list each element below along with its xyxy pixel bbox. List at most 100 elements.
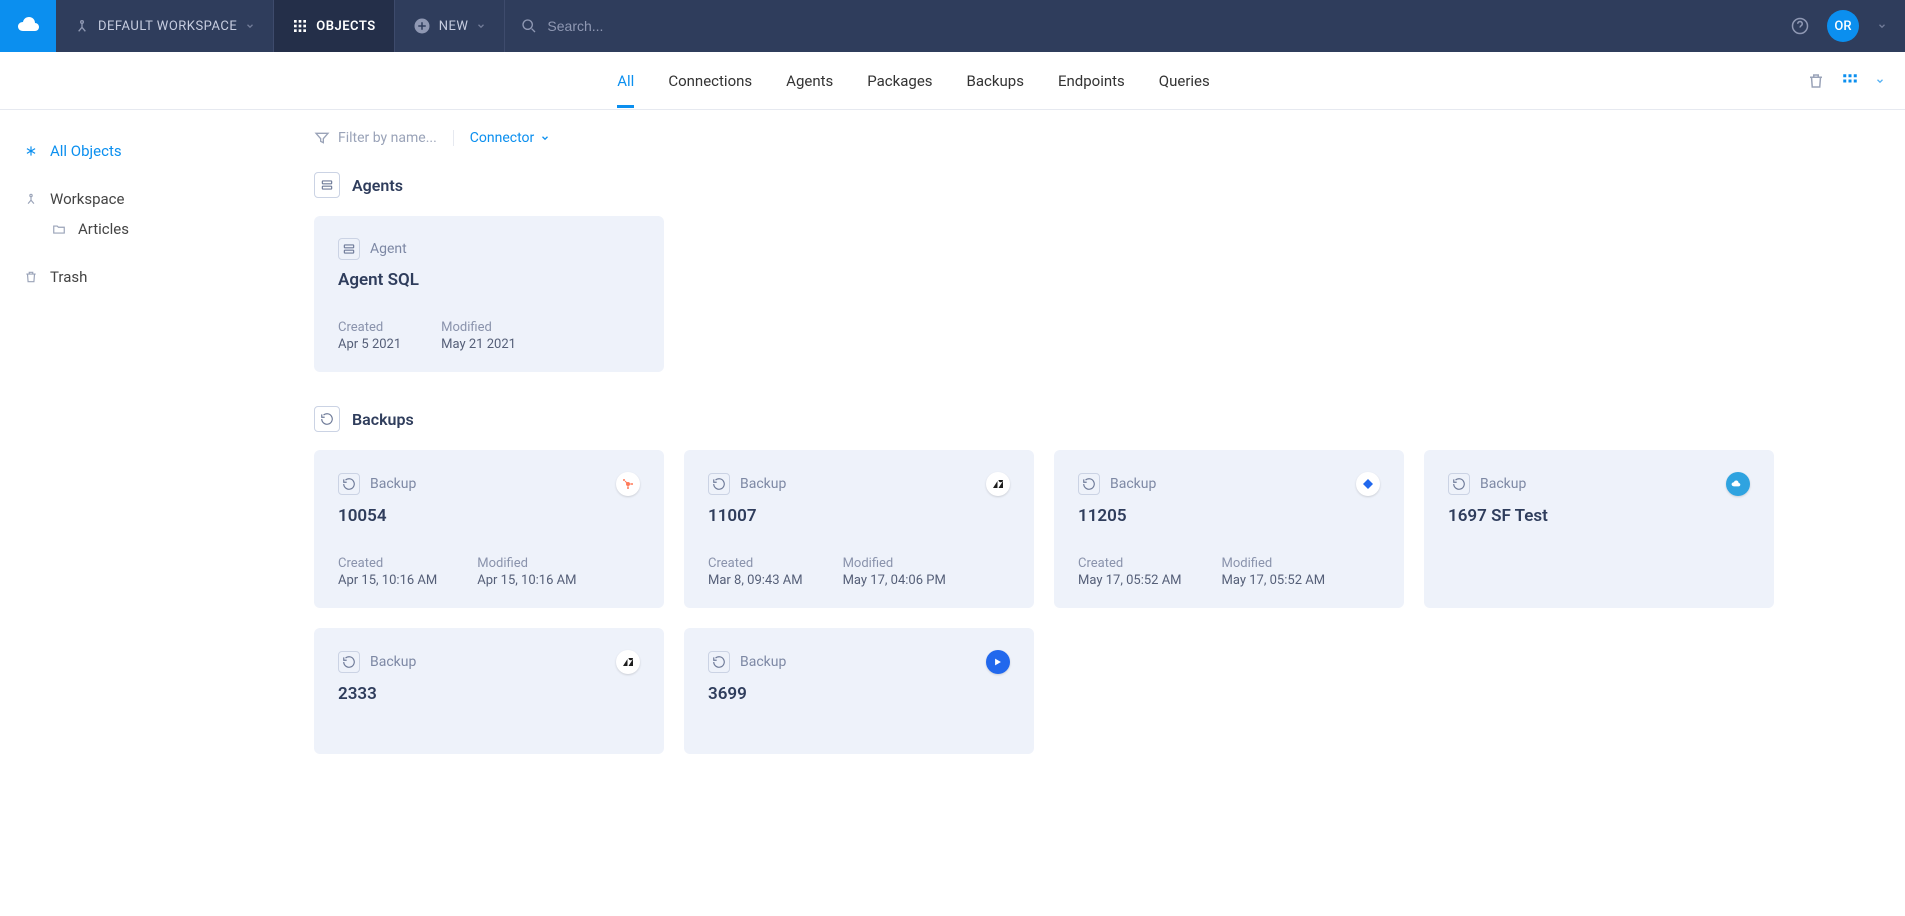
chevron-down-icon [476,21,486,31]
connector-badge-salesforce [1726,472,1750,496]
workspace-icon [22,192,40,206]
card-meta: CreatedMay 17, 05:52 AMModifiedMay 17, 0… [1078,556,1380,588]
global-search[interactable] [505,0,1773,52]
object-card[interactable]: Backup 10054 Created Apr 15, 10:16 AM Modifi… [314,450,664,608]
folder-icon [50,222,68,236]
trash-icon[interactable] [1807,72,1825,90]
sidebar: All Objects Workspace Articles Trash [0,110,300,848]
agent-icon [314,172,340,198]
connector-badge-zendesk [986,472,1010,496]
card-type-label: Backup [370,654,416,670]
nav-new[interactable]: NEW [395,0,506,52]
meta-created-value: Apr 15, 10:16 AM [338,573,437,588]
card-title: 10054 [338,506,640,526]
plus-circle-icon [413,17,431,35]
sidebar-workspace[interactable]: Workspace [22,184,280,214]
section-header-backups: Backups [314,406,1865,432]
sidebar-all-objects[interactable]: All Objects [22,136,280,166]
asterisk-icon [22,144,40,158]
card-title: 2333 [338,684,640,704]
search-icon [521,18,537,34]
sidebar-trash[interactable]: Trash [22,262,280,292]
trash-icon [22,270,40,284]
avatar-initials: OR [1834,19,1851,34]
meta-modified-label: Modified [1222,556,1326,571]
meta-modified-label: Modified [477,556,576,571]
section-title: Backups [352,410,414,429]
meta-modified-value: May 21 2021 [441,337,516,352]
object-card[interactable]: Agent Agent SQL Created Apr 5 2021 Modified M… [314,216,664,372]
meta-created-label: Created [1078,556,1182,571]
card-meta: CreatedMar 8, 09:43 AMModifiedMay 17, 04… [708,556,1010,588]
app-logo[interactable] [0,0,56,52]
help-icon[interactable] [1791,17,1809,35]
card-type-label: Backup [1110,476,1156,492]
meta-created-value: May 17, 05:52 AM [1078,573,1182,588]
meta-created-label: Created [338,556,437,571]
meta-created-label: Created [338,320,401,335]
card-type-label: Backup [1480,476,1526,492]
chevron-down-icon[interactable] [1875,76,1885,86]
sidebar-item-label: Workspace [50,190,124,208]
topnav-right: OR [1773,0,1905,52]
sidebar-item-label: All Objects [50,142,122,160]
card-title: 11007 [708,506,1010,526]
meta-created-value: Apr 5 2021 [338,337,401,352]
filter-icon [314,130,330,146]
meta-modified-label: Modified [441,320,516,335]
connector-badge-zendesk [616,650,640,674]
tab-agents[interactable]: Agents [786,54,833,107]
user-avatar[interactable]: OR [1827,10,1859,42]
filter-by-name[interactable]: Filter by name... [314,130,454,146]
card-type-label: Backup [740,654,786,670]
card-title: Agent SQL [338,270,640,290]
search-input[interactable] [547,18,1757,34]
card-type: Backup [1078,473,1156,495]
meta-modified-label: Modified [843,556,946,571]
filter-row: Filter by name... Connector [314,130,1865,146]
chevron-down-icon[interactable] [1877,21,1887,31]
meta-created-value: Mar 8, 09:43 AM [708,573,803,588]
card-type: Backup [708,651,786,673]
card-grid-agents: Agent Agent SQL Created Apr 5 2021 Modified M… [314,216,1865,372]
sidebar-item-label: Articles [78,220,129,238]
grid-view-icon[interactable] [1841,72,1859,90]
object-type-tabs: All Connections Agents Packages Backups Endpo… [0,52,1905,110]
card-type: Backup [338,473,416,495]
backup-icon [1078,473,1100,495]
connector-label: Connector [470,130,534,146]
object-card[interactable]: Backup 2333 [314,628,664,754]
backup-icon [708,473,730,495]
tab-endpoints[interactable]: Endpoints [1058,54,1125,107]
card-meta: Created Apr 5 2021 Modified May 21 2021 [338,320,640,352]
content-area: Filter by name... Connector AgentsAgentA… [300,110,1905,848]
workspace-label: DEFAULT WORKSPACE [98,19,237,34]
section-header-agents: Agents [314,172,1865,198]
filter-placeholder: Filter by name... [338,130,437,146]
chevron-down-icon [245,21,255,31]
object-card[interactable]: Backup11205CreatedMay 17, 05:52 AMModifi… [1054,450,1404,608]
card-type: Backup [708,473,786,495]
tab-queries[interactable]: Queries [1159,54,1210,107]
backup-icon [338,651,360,673]
object-card[interactable]: Backup3699 [684,628,1034,754]
connector-filter[interactable]: Connector [470,130,550,146]
tab-backups[interactable]: Backups [967,54,1024,107]
card-type-label: Agent [370,241,407,257]
meta-modified-value: Apr 15, 10:16 AM [477,573,576,588]
object-card[interactable]: Backup 1697 SF Test [1424,450,1774,608]
card-title: 1697 SF Test [1448,506,1750,526]
sidebar-articles[interactable]: Articles [22,214,280,244]
card-meta: Created Apr 15, 10:16 AM Modified Apr 15, 1… [338,556,640,588]
object-card[interactable]: Backup11007CreatedMar 8, 09:43 AMModifie… [684,450,1034,608]
nav-objects[interactable]: OBJECTS [274,0,394,52]
grid-icon [292,18,308,34]
tab-connections[interactable]: Connections [668,54,752,107]
tab-packages[interactable]: Packages [867,54,932,107]
tab-all[interactable]: All [617,54,634,107]
connector-badge-hubspot [616,472,640,496]
backup-icon [708,651,730,673]
card-type: Backup [338,651,416,673]
card-type-label: Backup [370,476,416,492]
workspace-switcher[interactable]: DEFAULT WORKSPACE [56,0,274,52]
